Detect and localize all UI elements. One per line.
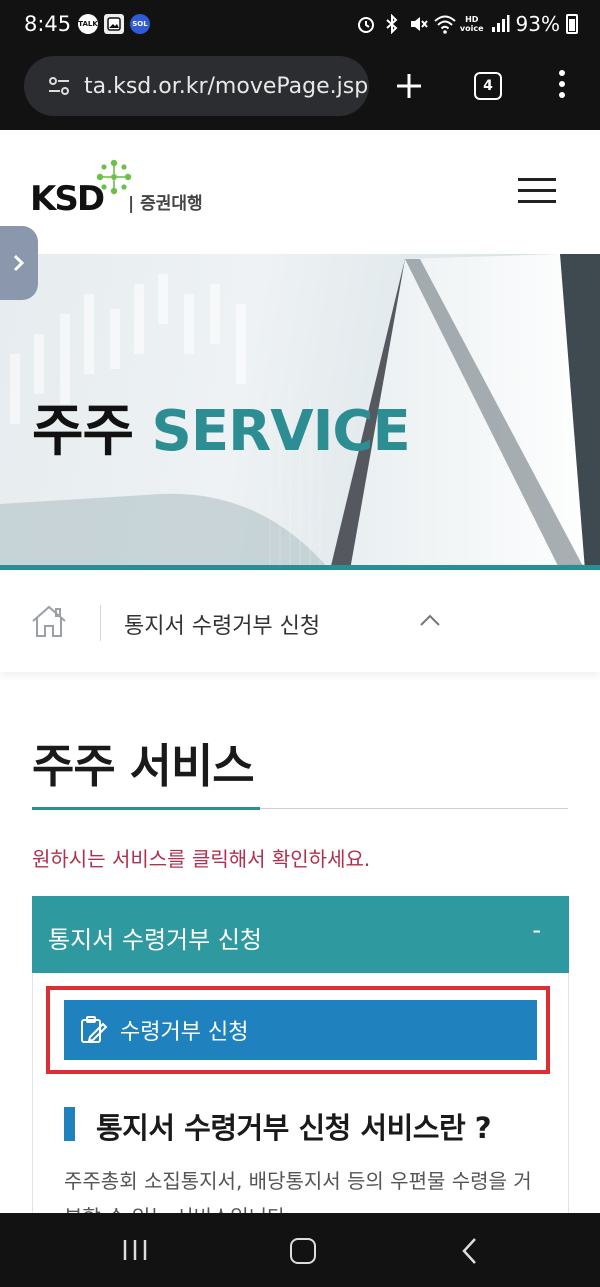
more-options-icon[interactable]	[556, 70, 568, 104]
site-settings-icon[interactable]	[48, 75, 70, 97]
new-tab-icon[interactable]	[393, 70, 425, 102]
service-description: 주주총회 소집통지서, 배당통지서 등의 우편물 수령을 거부할 수 있는 서비…	[64, 1169, 532, 1213]
refusal-apply-label: 수령거부 신청	[120, 1020, 249, 1045]
system-status-icons: HD voice 93%	[356, 12, 578, 36]
notification-icons: TALK SOL	[78, 14, 150, 34]
kakaotalk-icon: TALK	[78, 14, 98, 34]
mute-icon	[408, 14, 428, 34]
browser-toolbar: ta.ksd.or.kr/movePage.jsp 4	[0, 50, 600, 130]
instruction-text: 원하시는 서비스를 클릭해서 확인하세요.	[32, 847, 371, 871]
sol-app-icon: SOL	[130, 14, 150, 34]
home-button-icon[interactable]	[290, 1238, 316, 1264]
accordion-collapse-toggle[interactable]: -	[532, 916, 541, 944]
section-title-marker	[64, 1107, 75, 1141]
alarm-icon	[356, 14, 376, 34]
hero-title: 주주 SERVICE	[32, 386, 411, 467]
breadcrumb: 통지서 수령거부 신청	[0, 570, 600, 672]
clipboard-edit-icon	[78, 1015, 108, 1045]
recent-apps-icon[interactable]	[122, 1239, 148, 1261]
accordion-header[interactable]: 통지서 수령거부 신청 -	[32, 896, 569, 973]
status-bar: 8:45 TALK SOL HD voice 93%	[0, 0, 600, 50]
battery-icon	[566, 14, 578, 34]
logo-text: KSD	[30, 179, 105, 219]
chevron-up-icon[interactable]	[418, 612, 442, 628]
hamburger-menu-icon[interactable]	[518, 178, 556, 204]
ksd-logo[interactable]: KSD | 증권대행	[30, 157, 215, 219]
logo-subtitle: | 증권대행	[128, 194, 203, 214]
signal-icon	[490, 14, 510, 34]
breadcrumb-divider	[100, 605, 101, 641]
tab-switcher-button[interactable]: 4	[474, 72, 502, 100]
title-divider-accent	[32, 807, 260, 810]
system-navigation-bar	[0, 1213, 600, 1287]
bluetooth-icon	[382, 13, 402, 35]
site-header: KSD | 증권대행	[0, 130, 600, 254]
section-title: 통지서 수령거부 신청 서비스란 ?	[96, 1111, 492, 1145]
refusal-apply-button[interactable]: 수령거부 신청	[64, 1000, 537, 1060]
hd-voice-indicator: HD voice	[459, 15, 484, 33]
gallery-icon	[104, 14, 124, 34]
wifi-icon	[434, 14, 456, 34]
url-text[interactable]: ta.ksd.or.kr/movePage.jsp	[84, 74, 368, 99]
breadcrumb-current[interactable]: 통지서 수령거부 신청	[124, 608, 320, 640]
hero-banner: 주주 SERVICE	[0, 254, 600, 570]
accordion-label: 통지서 수령거부 신청	[48, 926, 262, 954]
battery-percent: 93%	[515, 12, 560, 36]
home-icon[interactable]	[30, 604, 68, 638]
hero-title-en: SERVICE	[151, 399, 411, 464]
hero-title-ko: 주주	[32, 399, 134, 464]
page-title: 주주 서비스	[32, 739, 255, 793]
chevron-right-icon	[13, 254, 25, 272]
status-time: 8:45	[24, 12, 72, 36]
side-drawer-toggle[interactable]	[0, 226, 38, 300]
address-bar[interactable]: ta.ksd.or.kr/movePage.jsp	[24, 56, 369, 116]
back-icon[interactable]	[460, 1237, 480, 1265]
